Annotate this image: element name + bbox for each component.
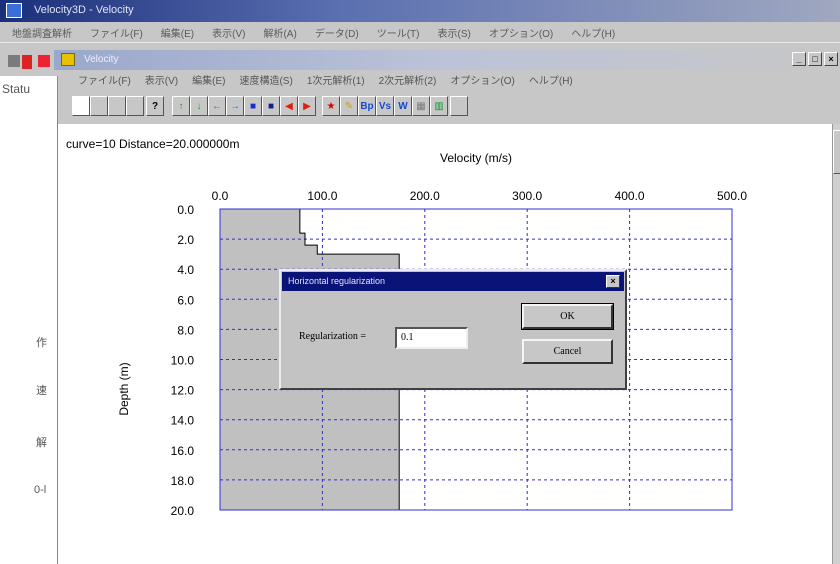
- regularization-dialog: Horizontal regularization × Regularizati…: [279, 269, 627, 390]
- triangle-right-icon[interactable]: ▶: [298, 96, 316, 116]
- stop-icon[interactable]: [22, 55, 32, 69]
- chart-green-icon[interactable]: ▥: [430, 96, 448, 116]
- status-label-1: 作: [36, 337, 47, 349]
- arrow-up-icon[interactable]: ↑: [172, 96, 190, 116]
- app-menu-item-5[interactable]: データ(D): [315, 25, 359, 40]
- app-title: Velocity3D - Velocity: [34, 4, 134, 16]
- regularization-label: Regularization =: [299, 331, 367, 342]
- dialog-title-bar: Horizontal regularization ×: [282, 272, 624, 291]
- vs-button-icon[interactable]: Vs: [376, 96, 394, 116]
- y-tick-label: 10.0: [171, 354, 195, 368]
- curve-info-text: curve=10 Distance=20.000000m: [66, 137, 239, 151]
- status-title: Statu: [2, 82, 31, 96]
- dialog-title: Horizontal regularization: [288, 276, 386, 286]
- open-icon[interactable]: [8, 55, 20, 67]
- child-menu-item-6[interactable]: オプション(O): [450, 72, 514, 87]
- ok-button[interactable]: OK: [521, 303, 614, 330]
- app-menu-item-2[interactable]: 編集(E): [161, 25, 194, 40]
- w-button-icon[interactable]: W: [394, 96, 412, 116]
- child-menu-item-0[interactable]: ファイル(F): [78, 72, 131, 87]
- status-panel: Statu 作 速 解 0-l: [0, 76, 58, 564]
- child-menu-bar: ファイル(F) 表示(V) 編集(E) 速度構造(S) 1次元解析(1) 2次元解析(2)…: [58, 70, 840, 88]
- minimize-button[interactable]: _: [792, 52, 806, 66]
- arrow-down-icon[interactable]: ↓: [190, 96, 208, 116]
- app-menu-item-0[interactable]: 地盤調査解析: [12, 25, 72, 40]
- x-tick-label: 100.0: [307, 189, 337, 203]
- open-folder-icon[interactable]: [90, 96, 108, 116]
- dialog-close-button[interactable]: ×: [606, 275, 620, 288]
- child-menu-item-1[interactable]: 表示(V): [145, 72, 178, 87]
- app-menu-item-7[interactable]: 表示(S): [437, 25, 470, 40]
- pencil-icon[interactable]: ✎: [340, 96, 358, 116]
- app-menu-bar: 地盤調査解析 ファイル(F) 編集(E) 表示(V) 解析(A) データ(D) ツール(T)…: [0, 22, 840, 42]
- x-tick-label: 0.0: [212, 189, 229, 203]
- app-menu-item-6[interactable]: ツール(T): [377, 25, 420, 40]
- print-icon[interactable]: [126, 96, 144, 116]
- status-label-3: 解: [36, 437, 47, 449]
- y-tick-label: 4.0: [177, 263, 194, 277]
- block-navy-icon[interactable]: ■: [262, 96, 280, 116]
- maximize-button[interactable]: □: [808, 52, 822, 66]
- app-menu-item-1[interactable]: ファイル(F): [90, 25, 143, 40]
- status-label-4: 0-l: [34, 484, 47, 496]
- y-tick-label: 8.0: [177, 323, 194, 337]
- app-menu-item-8[interactable]: オプション(O): [489, 25, 553, 40]
- y-tick-label: 6.0: [177, 293, 194, 307]
- child-menu-item-2[interactable]: 編集(E): [192, 72, 225, 87]
- child-menu-item-3[interactable]: 速度構造(S): [239, 72, 292, 87]
- record-icon[interactable]: [38, 55, 50, 67]
- app-menu-item-3[interactable]: 表示(V): [212, 25, 245, 40]
- disabled-icon[interactable]: [450, 96, 468, 116]
- y-tick-label: 20.0: [171, 504, 195, 518]
- y-tick-label: 12.0: [171, 384, 195, 398]
- child-menu-item-4[interactable]: 1次元解析(1): [307, 72, 365, 87]
- arrow-right-icon[interactable]: →: [226, 96, 244, 116]
- y-tick-label: 0.0: [177, 203, 194, 217]
- help-icon[interactable]: ?: [146, 96, 164, 116]
- document-icon[interactable]: [61, 53, 75, 66]
- app-menu-item-9[interactable]: ヘルプ(H): [571, 25, 615, 40]
- child-menu-item-7[interactable]: ヘルプ(H): [529, 72, 573, 87]
- close-window-button[interactable]: ×: [824, 52, 838, 66]
- y-tick-label: 18.0: [171, 474, 195, 488]
- scrollbar-thumb[interactable]: [833, 130, 840, 174]
- child-window-title: Velocity: [84, 54, 119, 65]
- vertical-scrollbar[interactable]: [832, 124, 840, 564]
- x-tick-label: 500.0: [717, 189, 747, 203]
- star-icon[interactable]: ★: [322, 96, 340, 116]
- x-axis-title: Velocity (m/s): [440, 151, 512, 165]
- y-axis-title: Depth (m): [117, 362, 131, 415]
- x-tick-label: 400.0: [615, 189, 645, 203]
- chart-toolbar: ? ↑ ↓ ← → ■ ■ ◀ ▶ ★ ✎ Bp Vs W ▦ ▥: [58, 88, 840, 124]
- child-menu-item-5[interactable]: 2次元解析(2): [379, 72, 437, 87]
- app-icon[interactable]: [6, 3, 22, 18]
- x-tick-label: 300.0: [512, 189, 542, 203]
- bp-button-icon[interactable]: Bp: [358, 96, 376, 116]
- x-tick-label: 200.0: [410, 189, 440, 203]
- new-file-icon[interactable]: [72, 96, 90, 116]
- status-label-2: 速: [36, 385, 47, 397]
- save-icon[interactable]: [108, 96, 126, 116]
- triangle-left-icon[interactable]: ◀: [280, 96, 298, 116]
- app-title-bar: Velocity3D - Velocity: [0, 0, 840, 22]
- arrow-left-icon[interactable]: ←: [208, 96, 226, 116]
- y-tick-label: 16.0: [171, 444, 195, 458]
- block-blue-icon[interactable]: ■: [244, 96, 262, 116]
- y-tick-label: 14.0: [171, 414, 195, 428]
- child-window-title-bar: Velocity _ □ ×: [54, 50, 840, 70]
- y-tick-label: 2.0: [177, 233, 194, 247]
- app-menu-item-4[interactable]: 解析(A): [263, 25, 296, 40]
- regularization-input[interactable]: 0.1: [395, 327, 468, 349]
- grid-icon[interactable]: ▦: [412, 96, 430, 116]
- cancel-button[interactable]: Cancel: [522, 339, 613, 364]
